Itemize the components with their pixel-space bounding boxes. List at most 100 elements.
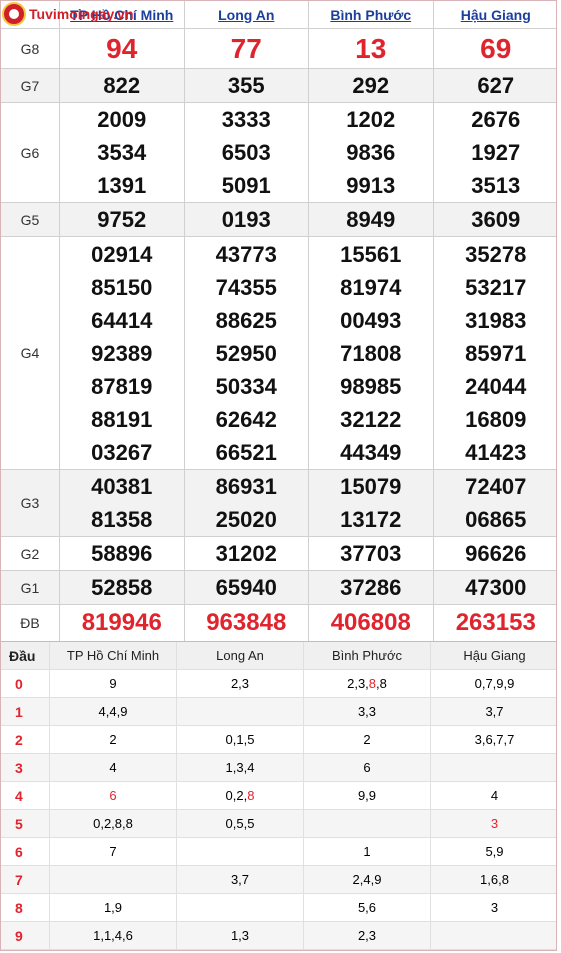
prize-number: 263153 (455, 609, 536, 636)
loto-digit: 2,3 (357, 928, 377, 943)
prize-cell: 9752 (60, 203, 185, 236)
loto-cell: 4 (50, 754, 177, 781)
province-header-cell: Hậu Giang (434, 1, 559, 28)
prize-cell: 69 (434, 29, 559, 68)
loto-dau: 7 (1, 866, 50, 893)
loto-column-header: Bình Phước (304, 642, 431, 669)
prize-number: 15079 (340, 474, 402, 499)
loto-dau: 5 (1, 810, 50, 837)
loto-digit: ,8 (376, 676, 387, 691)
prize-number: 43773 (215, 241, 277, 267)
loto-digit: 6 (109, 788, 117, 803)
loto-column-header: TP Hồ Chí Minh (50, 642, 177, 669)
prize-cell: 292 (309, 69, 434, 102)
loto-cell: 1,3,4 (177, 754, 304, 781)
prize-number: 88191 (91, 406, 153, 432)
loto-cell: 1,3 (177, 922, 304, 949)
prize-number: 13 (355, 32, 387, 64)
loto-digit: 0,1,5 (225, 732, 255, 747)
loto-digit: 1,1,4,6 (93, 928, 133, 943)
loto-cell: 2,4,9 (304, 866, 431, 893)
prize-number: 5091 (221, 173, 271, 198)
loto-header-row: Đầu TP Hồ Chí Minh Long An Bình Phước Hậu Gi… (1, 642, 556, 670)
prize-cell: 96626 (434, 537, 559, 570)
loto-digit: 2,4,9 (352, 872, 382, 887)
loto-digit: 0,2,8,8 (93, 816, 133, 831)
prize-cell: 35278 53217 31983 85971 24044 16809 41423 (434, 237, 559, 469)
prize-label: G2 (1, 537, 60, 570)
prize-number: 25020 (215, 507, 277, 532)
loto-digit: 7 (109, 844, 117, 859)
loto-digit: 3,6,7,7 (474, 732, 515, 747)
prize-cell: 47300 (434, 571, 559, 604)
prize-number: 77 (230, 32, 262, 64)
prize-cell: 58896 (60, 537, 185, 570)
prize-cell: 02914 85150 64414 92389 87819 88191 03267 (60, 237, 185, 469)
prize-number: 62642 (215, 406, 277, 432)
loto-row: 4 6 0,2, 8 9,9 4 (1, 782, 556, 810)
prize-number: 85150 (91, 274, 153, 300)
loto-digit: 8 (247, 788, 255, 803)
prize-number: 37286 (340, 575, 402, 600)
prize-label: ĐB (1, 605, 60, 641)
prize-number: 1927 (471, 140, 521, 165)
loto-cell (177, 698, 304, 725)
loto-row: 2 2 0,1,5 2 3,6,7,7 (1, 726, 556, 754)
prize-number: 92389 (91, 340, 153, 366)
prize-cell: 1202 9836 9913 (309, 103, 434, 202)
prize-number: 9752 (97, 207, 147, 232)
site-logo[interactable]: Tuvimoingay.vn (2, 2, 134, 26)
prize-cell: 37286 (309, 571, 434, 604)
prize-label: G1 (1, 571, 60, 604)
loto-cell: 5,6 (304, 894, 431, 921)
province-link[interactable]: Long An (218, 7, 274, 23)
loto-dau: 4 (1, 782, 50, 809)
loto-digit: 4 (490, 788, 499, 803)
loto-cell: 4 (431, 782, 558, 809)
loto-digit: 1,3,4 (225, 760, 255, 775)
loto-cell: 3,6,7,7 (431, 726, 558, 753)
prize-number: 0193 (221, 207, 271, 232)
loto-row: 0 9 2,3 2,3, 8,8 0,7,9,9 (1, 670, 556, 698)
loto-cell (304, 810, 431, 837)
loto-cell: 3 (431, 894, 558, 921)
prize-cell: 31202 (185, 537, 309, 570)
prize-cell: 819946 (60, 605, 185, 641)
loto-cell: 0,2,8,8 (50, 810, 177, 837)
loto-cell: 4,4,9 (50, 698, 177, 725)
loto-cell: 5,9 (431, 838, 558, 865)
prize-number: 1202 (346, 107, 396, 132)
loto-row: 7 3,7 2,4,9 1,6,8 (1, 866, 556, 894)
prize-row-g3: G3 40381 81358 86931 25020 15079 13172 72407 068… (1, 470, 556, 537)
prize-number: 9913 (346, 173, 396, 198)
prize-label: G8 (1, 29, 60, 68)
prize-cell: 77 (185, 29, 309, 68)
prize-cell: 263153 (434, 605, 559, 641)
prize-cell: 86931 25020 (185, 470, 309, 536)
prize-cell: 8949 (309, 203, 434, 236)
prize-number: 41423 (465, 439, 527, 465)
prize-number: 3333 (221, 107, 271, 132)
prize-label: G3 (1, 470, 60, 536)
loto-dau: 0 (1, 670, 50, 697)
results-table: TP Hồ Chí Minh Long An Bình Phước Hậu Giang… (0, 0, 557, 643)
loto-cell: 2,3 (177, 670, 304, 697)
prize-number: 50334 (215, 373, 277, 399)
prize-cell: 3609 (434, 203, 559, 236)
loto-cell: 1,9 (50, 894, 177, 921)
loto-digit: 3 (490, 816, 499, 831)
logo-icon (2, 2, 26, 26)
prize-cell: 94 (60, 29, 185, 68)
loto-cell: 3,7 (177, 866, 304, 893)
prize-cell: 40381 81358 (60, 470, 185, 536)
prize-number: 963848 (206, 609, 287, 636)
prize-number: 1391 (97, 173, 147, 198)
prize-number: 06865 (465, 507, 527, 532)
loto-cell: 9,9 (304, 782, 431, 809)
province-link[interactable]: Bình Phước (330, 7, 411, 23)
prize-number: 85971 (465, 340, 527, 366)
prize-number: 9836 (346, 140, 396, 165)
loto-digit: 2,3, (347, 676, 369, 691)
province-header-cell: Bình Phước (309, 1, 434, 28)
province-link[interactable]: Hậu Giang (461, 7, 531, 23)
